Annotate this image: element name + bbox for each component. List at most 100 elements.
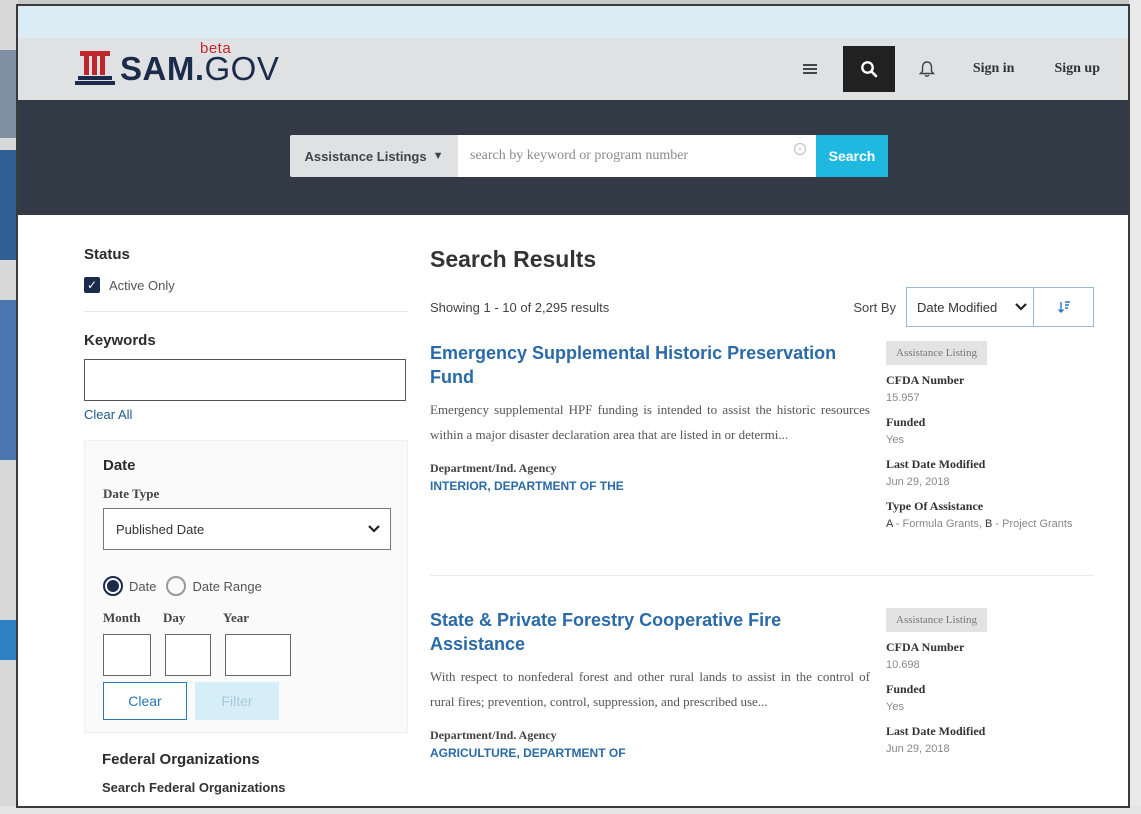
result-card: State & Private Forestry Cooperative Fir… [430,608,1094,760]
cfda-value: 10.698 [886,659,920,671]
active-only-filter[interactable]: ✓ Active Only [84,277,408,293]
keywords-input[interactable] [84,359,406,401]
sort-controls: Sort By Date Modified [853,287,1094,327]
month-label: Month [103,610,141,625]
date-type-select[interactable]: Published Date [103,508,391,550]
year-input[interactable] [225,634,291,676]
agency-label: Department/Ind. Agency [430,461,557,475]
keywords-title: Keywords [84,332,156,349]
search-input[interactable]: search by keyword or program number × [458,135,816,177]
chevron-down-icon [1015,303,1027,311]
status-title: Status [84,246,130,263]
day-label: Day [163,610,186,625]
result-description: With respect to nonfederal forest and ot… [430,669,870,709]
result-type-badge: Assistance Listing [886,341,987,365]
results-title: Search Results [430,246,597,272]
result-details: Assistance Listing CFDA Number 10.698 Fu… [886,608,1094,760]
date-type-label: Date Type [103,486,160,501]
date-part-labels: Month Day Year [103,610,389,626]
search-federal-organizations-label: Search Federal Organizations [102,780,286,795]
agency-label: Department/Ind. Agency [430,728,557,742]
result-type-badge: Assistance Listing [886,608,987,632]
result-description: Emergency supplemental HPF funding is in… [430,402,870,442]
last-modified-value: Jun 29, 2018 [886,476,950,488]
result-title-link[interactable]: State & Private Forestry Cooperative Fir… [430,608,870,656]
date-range-radio[interactable] [166,576,187,596]
last-modified-label: Last Date Modified [886,724,986,738]
search-submit-button[interactable]: Search [816,135,888,177]
active-only-label: Active Only [109,277,175,293]
result-divider [430,575,1094,576]
date-filter-panel: Date Date Type Published Date Date Date … [84,440,408,733]
sort-by-label: Sort By [853,299,896,315]
chevron-down-icon: ▼ [432,150,444,162]
cfda-label: CFDA Number [886,373,965,387]
logo-wordmark: SAM.GOV beta [120,40,279,88]
results-meta: Showing 1 - 10 of 2,295 results Sort By … [430,287,1094,327]
type-b-text: - Project Grants [992,518,1073,530]
agency-link[interactable]: INTERIOR, DEPARTMENT OF THE [430,479,870,493]
header-search-button[interactable] [842,46,895,92]
search-bar: Assistance Listings ▼ search by keyword … [290,135,888,177]
logo-beta-text: beta [200,40,232,57]
result-title-link[interactable]: Emergency Supplemental Historic Preserva… [430,341,870,389]
result-main: Emergency Supplemental Historic Preserva… [430,341,870,533]
month-input[interactable] [103,634,151,676]
top-banner [18,6,1128,38]
date-buttons: Clear Filter [103,682,389,720]
background-right-edge [1129,0,1141,814]
year-label: Year [223,610,249,625]
clear-input-icon[interactable]: × [794,143,806,155]
search-results: Search Results Showing 1 - 10 of 2,295 r… [430,246,1094,760]
date-part-inputs [103,634,389,676]
date-type-value: Published Date [116,521,205,537]
site-header: SAM.GOV beta Sign in Sign up [18,38,1128,100]
sort-select[interactable]: Date Modified [906,287,1034,327]
sort-select-value: Date Modified [917,299,998,315]
search-input-placeholder: search by keyword or program number [470,148,689,163]
divider [84,311,408,312]
chevron-down-icon [368,525,380,533]
notifications-button[interactable] [918,60,935,78]
sort-direction-button[interactable] [1034,287,1094,327]
filter-date-button[interactable]: Filter [195,682,279,720]
funded-label: Funded [886,682,926,696]
cfda-label: CFDA Number [886,640,965,654]
date-mode-radios: Date Date Range [103,576,389,596]
filter-sidebar: Status ✓ Active Only Keywords Clear All … [84,246,408,795]
date-radio-label: Date [129,578,157,594]
clear-all-link[interactable]: Clear All [84,407,408,422]
last-modified-label: Last Date Modified [886,457,986,471]
bell-icon [918,61,935,77]
funded-value: Yes [886,701,904,713]
result-main: State & Private Forestry Cooperative Fir… [430,608,870,760]
search-icon [860,61,878,78]
results-count: Showing 1 - 10 of 2,295 results [430,299,610,315]
search-band: Assistance Listings ▼ search by keyword … [18,100,1128,215]
last-modified-value: Jun 29, 2018 [886,743,950,755]
menu-icon[interactable] [802,62,817,76]
clear-date-button[interactable]: Clear [103,682,187,720]
search-category-label: Assistance Listings [304,148,427,164]
logo-sam-text: SAM. [120,50,205,87]
assistance-type-value: A - Formula Grants, B - Project Grants [886,516,1094,533]
capitol-logo-icon [72,49,120,89]
federal-organizations-title: Federal Organizations [102,751,260,768]
sign-in-link[interactable]: Sign in [973,61,1015,77]
funded-value: Yes [886,434,904,446]
browser-window: SAM.GOV beta Sign in Sign up Assistance … [16,4,1130,808]
result-card: Emergency Supplemental Historic Preserva… [430,341,1094,533]
sam-logo[interactable]: SAM.GOV beta [72,40,279,89]
cfda-value: 15.957 [886,392,920,404]
active-only-checkbox[interactable]: ✓ [84,277,100,293]
day-input[interactable] [165,634,211,676]
result-details: Assistance Listing CFDA Number 15.957 Fu… [886,341,1094,533]
sign-up-link[interactable]: Sign up [1054,61,1100,77]
assistance-type-label: Type Of Assistance [886,499,984,513]
agency-link[interactable]: AGRICULTURE, DEPARTMENT OF [430,746,870,760]
type-a-code: A [886,518,893,530]
search-category-select[interactable]: Assistance Listings ▼ [290,135,458,177]
date-radio[interactable] [103,576,123,596]
sort-order-icon [1057,301,1070,313]
header-actions: Sign in Sign up [802,38,1128,100]
